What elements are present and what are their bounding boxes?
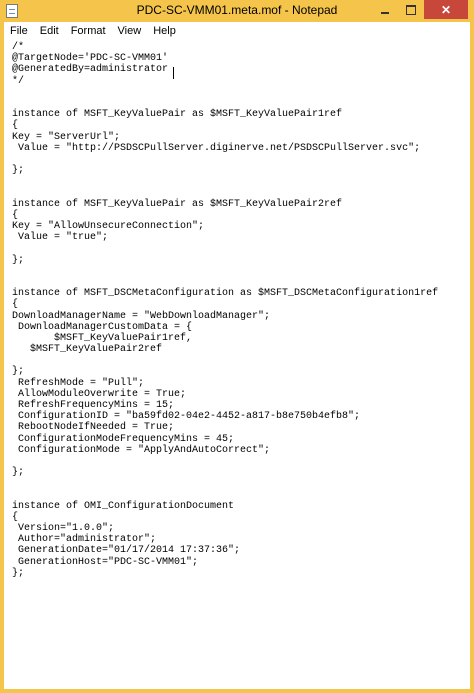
minimize-button[interactable] xyxy=(372,0,398,19)
editor-line: Author="administrator"; xyxy=(12,534,157,546)
editor-line: instance of OMI_ConfigurationDocument xyxy=(12,500,235,512)
editor-line: { xyxy=(12,299,19,311)
editor-line: */ xyxy=(12,75,25,87)
editor-line: { xyxy=(12,120,19,132)
editor-line: }; xyxy=(12,567,25,579)
editor-line: }; xyxy=(12,467,25,479)
editor-line: @TargetNode='PDC-SC-VMM01' xyxy=(12,53,169,65)
text-caret xyxy=(173,67,174,79)
editor-line: Key = "AllowUnsecureConnection"; xyxy=(12,221,205,232)
window-controls: ✕ xyxy=(372,0,468,20)
maximize-button[interactable] xyxy=(398,0,424,19)
editor-line: ConfigurationModeFrequencyMins = 45; xyxy=(12,433,235,445)
editor-line: instance of MSFT_KeyValuePair as $MSFT_K… xyxy=(12,198,343,210)
editor-line: RefreshMode = "Pull"; xyxy=(12,377,145,389)
editor-line: /* xyxy=(12,42,25,53)
editor-line: RebootNodeIfNeeded = True; xyxy=(12,422,175,434)
menu-bar: File Edit Format View Help xyxy=(4,22,470,41)
editor-content[interactable]: /* @TargetNode='PDC-SC-VMM01' @GeneratedBy… xyxy=(4,40,470,579)
maximize-icon xyxy=(406,4,416,15)
editor-line: GenerationDate="01/17/2014 17:37:36"; xyxy=(12,545,241,557)
editor-line: @GeneratedBy=administrator xyxy=(12,64,169,76)
menu-format[interactable]: Format xyxy=(65,25,112,37)
title-bar[interactable]: PDC-SC-VMM01.meta.mof - Notepad ✕ xyxy=(0,0,474,22)
editor-line: Value = "http://PSDSCPullServer.diginerv… xyxy=(12,142,421,154)
editor-line: instance of MSFT_DSCMetaConfiguration as… xyxy=(12,288,439,300)
editor-line: { xyxy=(12,511,19,523)
editor-line: Key = "ServerUrl"; xyxy=(12,131,121,143)
editor-line: Value = "true"; xyxy=(12,232,109,244)
menu-edit[interactable]: Edit xyxy=(34,25,65,37)
editor-line: $MSFT_KeyValuePair1ref, xyxy=(12,332,193,344)
menu-view[interactable]: View xyxy=(112,25,148,37)
editor-line: instance of MSFT_KeyValuePair as $MSFT_K… xyxy=(12,109,343,121)
editor-line: }; xyxy=(12,366,25,378)
editor-line: DownloadManagerCustomData = { xyxy=(12,321,193,333)
menu-help[interactable]: Help xyxy=(147,25,182,37)
notepad-window: PDC-SC-VMM01.meta.mof - Notepad ✕ File E… xyxy=(0,0,474,693)
editor-line: { xyxy=(12,209,19,221)
editor-line: AllowModuleOverwrite = True; xyxy=(12,388,187,400)
editor-line: }; xyxy=(12,254,25,266)
editor-line: ConfigurationID = "ba59fd02-04e2-4452-a8… xyxy=(12,411,361,423)
close-icon: ✕ xyxy=(440,2,452,17)
editor-line: ConfigurationMode = "ApplyAndAutoCorrect… xyxy=(12,444,271,456)
editor-line: DownloadManagerName = "WebDownloadManage… xyxy=(12,310,271,322)
editor-line: Version="1.0.0"; xyxy=(12,523,115,535)
editor-line: GenerationHost="PDC-SC-VMM01"; xyxy=(12,556,199,568)
editor-line: RefreshFrequencyMins = 15; xyxy=(12,400,175,411)
close-button[interactable]: ✕ xyxy=(424,0,468,19)
editor-line: $MSFT_KeyValuePair2ref xyxy=(12,344,163,356)
editor-line: }; xyxy=(12,165,25,177)
text-editor[interactable]: /* @TargetNode='PDC-SC-VMM01' @GeneratedBy… xyxy=(4,40,470,689)
menu-file[interactable]: File xyxy=(4,25,34,37)
minimize-icon xyxy=(381,11,389,14)
